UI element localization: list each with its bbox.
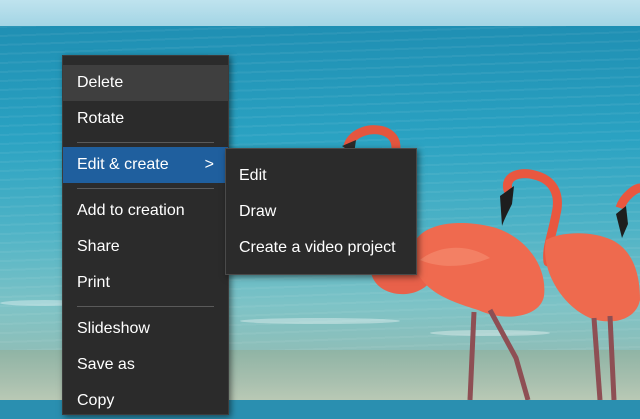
submenu-item-label: Edit: [239, 167, 267, 184]
menu-item-label: Delete: [77, 74, 124, 91]
menu-item-delete[interactable]: Delete: [63, 65, 228, 101]
menu-separator: [77, 306, 214, 307]
menu-item-label: Edit & create: [77, 156, 169, 173]
submenu-item-edit[interactable]: Edit: [226, 158, 416, 194]
menu-item-label: Share: [77, 238, 120, 255]
menu-item-label: Save as: [77, 356, 135, 373]
menu-item-share[interactable]: Share: [63, 229, 228, 265]
flamingo-2: [412, 169, 562, 400]
submenu-item-draw[interactable]: Draw: [226, 194, 416, 230]
chevron-right-icon: >: [204, 156, 214, 173]
submenu-item-label: Create a video project: [239, 239, 396, 256]
menu-item-save-as[interactable]: Save as: [63, 347, 228, 383]
edit-create-submenu: Edit Draw Create a video project: [225, 148, 417, 275]
menu-item-copy[interactable]: Copy: [63, 383, 228, 419]
menu-item-label: Copy: [77, 392, 115, 409]
menu-item-rotate[interactable]: Rotate: [63, 101, 228, 137]
menu-item-slideshow[interactable]: Slideshow: [63, 311, 228, 347]
menu-separator: [77, 142, 214, 143]
menu-item-print[interactable]: Print: [63, 265, 228, 301]
menu-item-edit-create[interactable]: Edit & create >: [63, 147, 228, 183]
menu-item-add-to-creation[interactable]: Add to creation: [63, 193, 228, 229]
context-menu: Delete Rotate Edit & create > Add to cre…: [62, 55, 229, 415]
submenu-item-create-video-project[interactable]: Create a video project: [226, 230, 416, 266]
menu-item-label: Add to creation: [77, 202, 185, 219]
menu-item-label: Rotate: [77, 110, 125, 127]
menu-item-label: Print: [77, 274, 110, 291]
menu-item-label: Slideshow: [77, 320, 150, 337]
submenu-item-label: Draw: [239, 203, 277, 220]
menu-separator: [77, 188, 214, 189]
